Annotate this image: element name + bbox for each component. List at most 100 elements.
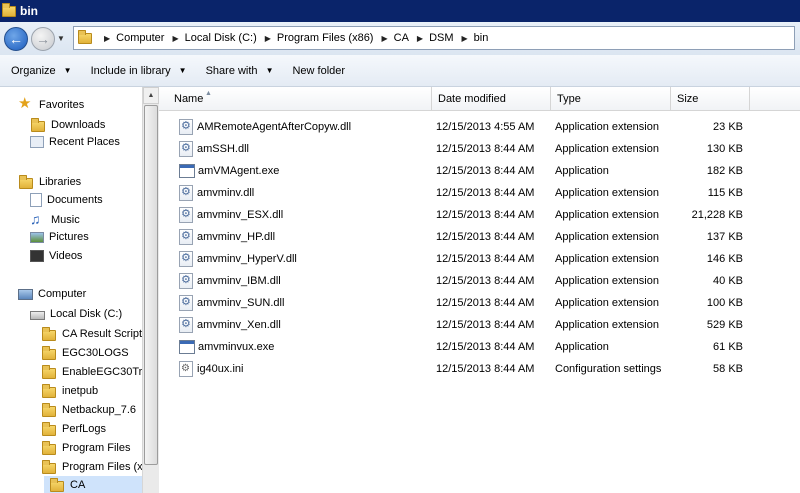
column-header-name[interactable]: Name ▲ (159, 87, 432, 111)
table-row[interactable]: amSSH.dll 12/15/2013 8:44 AM Application e… (159, 138, 800, 160)
back-button[interactable]: ← (4, 26, 28, 51)
exe-icon (179, 340, 195, 354)
table-row[interactable]: amvminv_Xen.dll 12/15/2013 8:44 AM Applica… (159, 314, 800, 336)
nav-label: EGC30LOGS (62, 347, 129, 359)
chevron-right-icon[interactable]: ▶ (462, 34, 468, 43)
file-type: Application extension (555, 231, 659, 243)
table-row[interactable]: amvminvux.exe 12/15/2013 8:44 AM Applicati… (159, 336, 800, 358)
file-name-cell: amvminv_SUN.dll (179, 295, 284, 311)
file-type: Configuration settings (555, 363, 662, 375)
nav-item-folder[interactable]: PerfLogs (41, 421, 106, 437)
column-header-row: Name ▲ Date modified Type Size (159, 87, 800, 111)
dll-icon (179, 207, 193, 223)
table-row[interactable]: AMRemoteAgentAfterCopyw.dll 12/15/2013 4:… (159, 116, 800, 138)
command-bar: Organize ▼ Include in library ▼ Share wi… (0, 55, 800, 87)
table-row[interactable]: amvminv.dll 12/15/2013 8:44 AM Application… (159, 182, 800, 204)
file-name: amSSH.dll (197, 143, 249, 155)
nav-label: Documents (47, 194, 103, 206)
nav-item-folder[interactable]: Program Files (x8 (41, 459, 142, 475)
chevron-right-icon[interactable]: ▶ (172, 34, 178, 43)
table-row[interactable]: amvminv_ESX.dll 12/15/2013 8:44 AM Applica… (159, 204, 800, 226)
column-header-size[interactable]: Size (671, 87, 750, 111)
file-list: Name ▲ Date modified Type Size AMRemoteA… (159, 87, 800, 493)
forward-button[interactable]: → (31, 26, 55, 51)
nav-item-ca-selected[interactable]: CA (44, 476, 142, 493)
table-row[interactable]: amvminv_SUN.dll 12/15/2013 8:44 AM Applica… (159, 292, 800, 314)
file-name-cell: amvminv_IBM.dll (179, 273, 281, 289)
nav-item-documents[interactable]: Documents (30, 193, 103, 207)
nav-item-libraries[interactable]: Libraries (18, 174, 81, 190)
folder-icon (41, 440, 57, 456)
include-in-library-button[interactable]: Include in library ▼ (91, 65, 187, 77)
table-row[interactable]: amvminv_HP.dll 12/15/2013 8:44 AM Applicat… (159, 226, 800, 248)
nav-item-computer[interactable]: Computer (18, 288, 86, 300)
chevron-right-icon[interactable]: ▶ (417, 34, 423, 43)
nav-item-local-disk[interactable]: Local Disk (C:) (30, 307, 122, 320)
column-header-date[interactable]: Date modified (432, 87, 551, 111)
organize-button[interactable]: Organize ▼ (11, 65, 72, 77)
column-name-label: Name (174, 93, 204, 105)
file-name-cell: amvminv_HyperV.dll (179, 251, 297, 267)
crumb-dsm[interactable]: DSM (429, 32, 453, 44)
file-name-cell: amvminv_HP.dll (179, 229, 275, 245)
dll-icon (179, 295, 193, 311)
nav-label: CA Result Script (62, 328, 142, 340)
address-bar[interactable]: ▶ Computer ▶ Local Disk (C:) ▶ Program F… (73, 26, 795, 50)
nav-label: Netbackup_7.6 (62, 404, 136, 416)
nav-item-recent-places[interactable]: Recent Places (30, 136, 120, 148)
downloads-icon (30, 117, 46, 133)
share-with-button[interactable]: Share with ▼ (206, 65, 274, 77)
exe-icon (179, 164, 195, 178)
nav-item-downloads[interactable]: Downloads (30, 117, 105, 133)
file-type: Application extension (555, 187, 659, 199)
chevron-right-icon[interactable]: ▶ (265, 34, 271, 43)
file-type: Application extension (555, 275, 659, 287)
crumb-program-files-x86[interactable]: Program Files (x86) (277, 32, 374, 44)
table-row[interactable]: amvminv_HyperV.dll 12/15/2013 8:44 AM Appl… (159, 248, 800, 270)
nav-item-music[interactable]: ♫ Music (30, 212, 80, 228)
chevron-right-icon[interactable]: ▶ (381, 34, 387, 43)
file-type: Application extension (555, 143, 659, 155)
file-name: amvminv.dll (197, 187, 255, 199)
file-date: 12/15/2013 8:44 AM (436, 143, 535, 155)
nav-item-folder[interactable]: EGC30LOGS (41, 345, 129, 361)
recent-places-icon (30, 136, 44, 148)
navigation-scrollbar[interactable]: ▲ (142, 87, 159, 493)
scroll-thumb[interactable] (144, 105, 158, 465)
new-folder-button[interactable]: New folder (292, 65, 345, 77)
documents-icon (30, 193, 42, 207)
crumb-computer[interactable]: Computer (116, 32, 164, 44)
nav-label: Local Disk (C:) (50, 307, 123, 320)
nav-item-folder[interactable]: EnableEGC30Tra (41, 364, 142, 380)
nav-label: EnableEGC30Tra (62, 366, 142, 378)
scroll-up-arrow-icon[interactable]: ▲ (143, 87, 159, 104)
nav-item-folder[interactable]: Program Files (41, 440, 130, 456)
recent-pages-dropdown[interactable]: ▼ (57, 34, 65, 43)
crumb-bin[interactable]: bin (474, 32, 489, 44)
nav-item-videos[interactable]: Videos (30, 250, 82, 262)
table-row[interactable]: amvminv_IBM.dll 12/15/2013 8:44 AM Applica… (159, 270, 800, 292)
dll-icon (179, 229, 193, 245)
share-with-label: Share with (205, 64, 258, 77)
folder-icon (2, 2, 16, 17)
crumb-ca[interactable]: CA (394, 32, 409, 44)
organize-label: Organize (11, 64, 56, 77)
file-name-cell: ig40ux.ini (179, 361, 243, 377)
nav-item-pictures[interactable]: Pictures (30, 231, 89, 243)
nav-item-folder[interactable]: inetpub (41, 383, 98, 399)
file-name: AMRemoteAgentAfterCopyw.dll (197, 121, 352, 133)
column-header-type[interactable]: Type (551, 87, 671, 111)
folder-icon (49, 477, 65, 493)
folder-icon (41, 459, 57, 475)
nav-item-folder[interactable]: Netbackup_7.6 (41, 402, 136, 418)
file-date: 12/15/2013 8:44 AM (436, 363, 535, 375)
nav-item-favorites[interactable]: ★ Favorites (18, 96, 84, 113)
nav-item-folder[interactable]: CA Result Script (41, 326, 142, 342)
chevron-right-icon[interactable]: ▶ (104, 34, 110, 43)
file-name: amvminvux.exe (198, 341, 275, 353)
table-row[interactable]: ig40ux.ini 12/15/2013 8:44 AM Configuratio… (159, 358, 800, 380)
table-row[interactable]: amVMAgent.exe 12/15/2013 8:44 AM Applicati… (159, 160, 800, 182)
chevron-down-icon: ▼ (63, 66, 72, 75)
column-header-blank (750, 87, 800, 111)
crumb-local-disk[interactable]: Local Disk (C:) (185, 32, 257, 44)
